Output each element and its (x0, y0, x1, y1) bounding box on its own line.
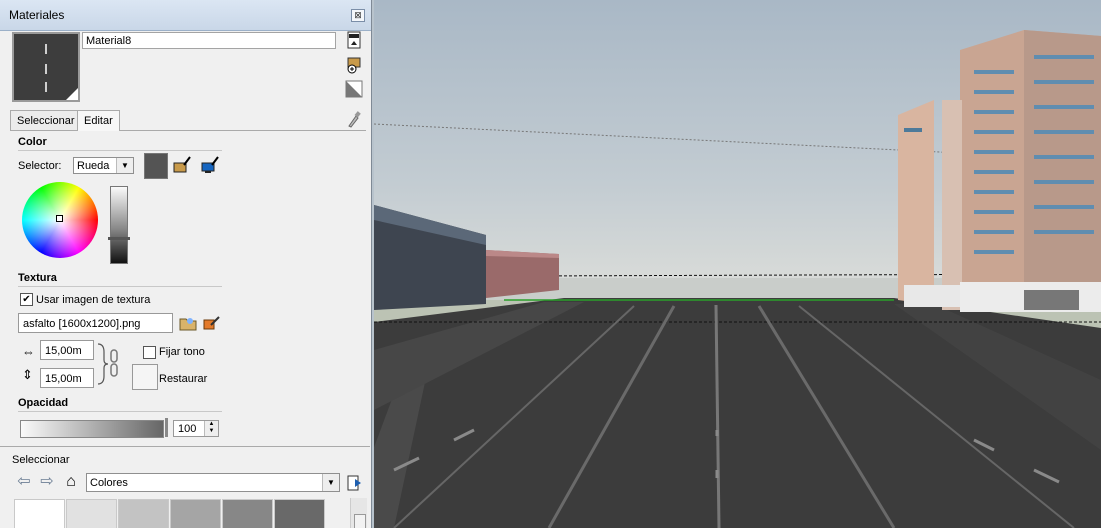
swatch-scrollbar[interactable] (350, 498, 367, 528)
fix-hue-label: Fijar tono (159, 346, 205, 358)
sample-paint-icon[interactable] (346, 110, 362, 128)
sample-paint-default-icon[interactable] (345, 80, 363, 98)
color-swatch-2[interactable] (66, 499, 117, 528)
opacity-spinner[interactable]: 100 ▲ ▼ (173, 420, 219, 437)
use-texture-checkbox[interactable]: ✔ (20, 293, 33, 306)
chevron-down-icon: ▼ (116, 158, 133, 173)
close-icon[interactable]: ⊠ (351, 9, 365, 22)
browse-texture-icon[interactable] (178, 313, 198, 333)
color-swatch-5[interactable] (222, 499, 273, 528)
aspect-lock-icon[interactable] (96, 342, 122, 386)
street-scene (374, 30, 1101, 528)
color-swatch-6[interactable] (274, 499, 325, 528)
home-icon[interactable]: ⌂ (62, 473, 80, 491)
display-secondary-pane-icon[interactable] (345, 31, 363, 49)
opacity-slider[interactable] (20, 420, 164, 438)
3d-viewport[interactable] (374, 0, 1101, 528)
edit-texture-icon[interactable] (201, 313, 221, 333)
match-color-model-icon[interactable] (172, 155, 192, 175)
opacity-value: 100 (178, 423, 197, 435)
material-preview[interactable] (12, 32, 80, 102)
texture-width-field[interactable]: 15,00m (40, 340, 94, 360)
library-value: Colores (90, 477, 128, 489)
details-arrow-icon[interactable] (345, 473, 365, 493)
color-section-label: Color (18, 136, 47, 148)
panel-tabs: Seleccionar Editar (10, 110, 366, 131)
library-dropdown[interactable]: Colores ▼ (86, 473, 340, 492)
color-selector-dropdown[interactable]: Rueda ▼ (73, 157, 134, 174)
width-arrow-icon: ⇔ (22, 344, 35, 359)
panel-title: Materiales (9, 8, 65, 22)
texture-file-field[interactable]: asfalto [1600x1200].png (18, 313, 173, 333)
scrollbar-thumb[interactable] (354, 514, 366, 528)
color-swatch[interactable] (144, 153, 168, 179)
default-material-corner-icon (66, 88, 78, 100)
use-texture-label: Usar imagen de textura (36, 294, 151, 306)
material-name-input[interactable]: Material8 (82, 32, 336, 49)
fix-hue-checkbox[interactable] (143, 346, 156, 359)
tab-editar[interactable]: Editar (77, 110, 120, 131)
height-arrow-icon: ⇕ (22, 367, 33, 382)
texture-height-field[interactable]: 15,00m (40, 368, 94, 388)
selector-label: Selector: (18, 160, 62, 172)
opacity-slider-knob[interactable] (165, 418, 168, 437)
create-material-icon[interactable] (345, 56, 363, 74)
spin-arrows-icon[interactable]: ▲ ▼ (204, 421, 218, 436)
color-swatch-4[interactable] (170, 499, 221, 528)
texture-section-label: Textura (18, 272, 57, 284)
back-icon[interactable]: ⇦ (15, 473, 33, 491)
panel-titlebar[interactable]: Materiales ⊠ (0, 0, 371, 31)
color-selector-value: Rueda (77, 160, 110, 172)
brightness-slider-knob[interactable] (108, 237, 130, 240)
brightness-slider[interactable] (108, 186, 130, 264)
color-swatch-3[interactable] (118, 499, 169, 528)
restore-color-box[interactable] (132, 364, 158, 390)
color-swatch-1[interactable] (14, 499, 65, 528)
forward-icon[interactable]: ⇨ (38, 473, 56, 491)
tab-seleccionar[interactable]: Seleccionar (10, 110, 82, 130)
secondary-pane-header: Seleccionar (0, 446, 370, 466)
chevron-down-icon: ▼ (322, 474, 339, 491)
color-wheel[interactable] (22, 182, 98, 258)
color-wheel-marker[interactable] (56, 215, 63, 222)
match-color-screen-icon[interactable] (200, 155, 220, 175)
materials-panel: Materiales ⊠ Material8 Seleccionar Edita… (0, 0, 372, 528)
opacity-section-label: Opacidad (18, 397, 69, 409)
restore-label[interactable]: Restaurar (159, 373, 207, 385)
